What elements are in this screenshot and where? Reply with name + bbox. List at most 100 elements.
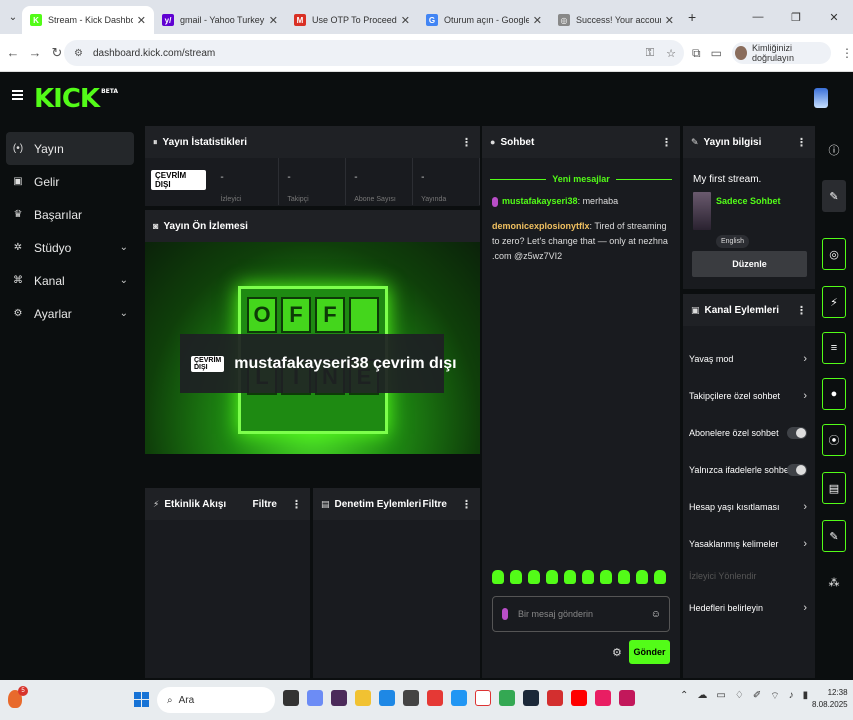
channel-action-item[interactable]: Yavaş mod › [683, 340, 815, 377]
close-tab-icon[interactable]: ✕ [269, 14, 278, 27]
chat-rail-icon[interactable]: ● [822, 378, 846, 410]
category-name[interactable]: Sadece Sohbet [716, 196, 781, 206]
channel-actions-menu-icon[interactable]: ⋮ [796, 304, 807, 317]
url-field[interactable]: ⚙ dashboard.kick.com/stream ⚿ ☆ [64, 40, 684, 66]
opera-icon[interactable] [427, 690, 443, 706]
target-icon[interactable]: ◎ [822, 238, 846, 270]
emote-icon[interactable] [528, 570, 540, 584]
taskbar-search[interactable]: ⌕ Ara [157, 687, 275, 713]
chat-username[interactable]: demonicexplosionytflx [492, 221, 590, 231]
tray-chevron-icon[interactable]: ⌃ [680, 690, 688, 703]
close-tab-icon[interactable]: ✕ [137, 14, 146, 27]
browser-tab[interactable]: M Use OTP To Proceed - mustiyakamust ✕ [286, 6, 418, 34]
extensions-icon[interactable]: ⧉ [692, 46, 701, 61]
edit-stream-button[interactable]: Düzenle [692, 251, 807, 277]
key-icon[interactable]: ⚿ [646, 47, 654, 60]
channel-action-item[interactable]: Hedefleri belirleyin › [683, 589, 815, 626]
channel-action-item[interactable]: Takipçilere özel sohbet › [683, 377, 815, 414]
verify-identity-button[interactable]: Kimliğinizi doğrulayın [731, 42, 831, 64]
sidebar-item-channel[interactable]: ⌘ Kanal ⌄ [6, 264, 134, 297]
toggle-switch[interactable] [787, 426, 807, 439]
wrench-rail-icon[interactable]: ✎ [822, 520, 846, 552]
tab-search-icon[interactable]: ⌄ [4, 8, 22, 26]
close-tab-icon[interactable]: ✕ [401, 14, 410, 27]
channel-action-item[interactable]: Yasaklanmış kelimeler › [683, 525, 815, 562]
channel-action-item[interactable]: Hesap yaşı kısıtlaması › [683, 488, 815, 525]
broadcast-rail-icon[interactable]: ⦿ [822, 424, 846, 456]
tray-app-icon[interactable]: ▭ [716, 690, 725, 703]
channel-action-item[interactable]: Yalnızca ifadelerle sohbet [683, 451, 815, 488]
store-icon[interactable] [403, 690, 419, 706]
emote-icon[interactable] [654, 570, 666, 584]
sidebar-item-trophy[interactable]: ♛ Başarılar [6, 198, 134, 231]
bookmark-star-icon[interactable]: ☆ [666, 47, 676, 60]
chat-menu-icon[interactable]: ⋮ [661, 136, 672, 149]
emoji-icon[interactable]: ☺ [651, 609, 661, 620]
chat-message-input[interactable]: Bir mesaj gönderin ☺ [492, 596, 670, 632]
copilot-icon[interactable] [307, 690, 323, 706]
event-menu-icon[interactable]: ⋮ [291, 498, 302, 511]
app-red-icon[interactable] [547, 690, 563, 706]
edge-icon[interactable] [379, 690, 395, 706]
close-tab-icon[interactable]: ✕ [533, 14, 542, 27]
app-v-icon[interactable] [619, 690, 635, 706]
moderation-filter-button[interactable]: Filtre [423, 499, 447, 510]
sidepanel-icon[interactable]: ▭ [711, 46, 722, 60]
close-tab-icon[interactable]: ✕ [665, 14, 674, 27]
youtube-icon[interactable] [571, 690, 587, 706]
windows-start-icon[interactable] [134, 692, 149, 707]
volume-icon[interactable]: ♪ [789, 690, 794, 703]
pen-icon[interactable]: ✐ [753, 690, 761, 703]
file-explorer-icon[interactable] [355, 690, 371, 706]
sidebar-item-studio[interactable]: ✲ Stüdyo ⌄ [6, 231, 134, 264]
more-tools-icon[interactable]: ⁂ [822, 566, 846, 598]
yandex-icon[interactable] [475, 690, 491, 706]
info-icon[interactable]: ⓘ [822, 134, 846, 166]
emote-icon[interactable] [546, 570, 558, 584]
chat-settings-icon[interactable]: ⚙ [612, 646, 622, 659]
app-icon[interactable] [331, 690, 347, 706]
back-icon[interactable]: ← [2, 45, 24, 60]
close-window-icon[interactable]: ✕ [815, 11, 853, 24]
channel-action-item[interactable]: Abonelere özel sohbet [683, 414, 815, 451]
preview-video[interactable]: OFF LINE ÇEVRİM DIŞI mustafakayseri38 çe… [145, 242, 480, 454]
hamburger-menu-icon[interactable] [12, 90, 23, 100]
browser-app-icon[interactable] [451, 690, 467, 706]
sidebar-item-broadcast[interactable]: (•) Yayın [6, 132, 134, 165]
stream-info-menu-icon[interactable]: ⋮ [796, 136, 807, 149]
weather-widget[interactable]: 5 [8, 686, 30, 712]
pencil-icon[interactable]: ✎ [822, 180, 846, 212]
user-avatar[interactable] [814, 88, 828, 108]
toggle-switch[interactable] [787, 463, 807, 476]
browser-menu-icon[interactable]: ⋮ [841, 46, 853, 60]
forward-icon[interactable]: → [24, 45, 46, 60]
browser-tab[interactable]: y/gmail - Yahoo Turkey Arama Sonuçları ✕ [154, 6, 286, 34]
emote-icon[interactable] [564, 570, 576, 584]
list-rail-icon[interactable]: ≡ [822, 332, 846, 364]
wifi-icon[interactable]: ⌔ [770, 690, 779, 703]
cloud-icon[interactable]: ☁ [697, 690, 707, 703]
moderation-menu-icon[interactable]: ⋮ [461, 498, 472, 511]
chat-username[interactable]: mustafakayseri38 [502, 196, 578, 206]
emote-icon[interactable] [636, 570, 648, 584]
chrome-icon[interactable] [499, 690, 515, 706]
steam-icon[interactable] [523, 690, 539, 706]
lightning-rail-icon[interactable]: ⚡ [822, 286, 846, 318]
sidebar-item-settings[interactable]: ⚙ Ayarlar ⌄ [6, 297, 134, 330]
site-info-icon[interactable]: ⚙ [74, 48, 83, 59]
stats-menu-icon[interactable]: ⋮ [461, 136, 472, 149]
event-filter-button[interactable]: Filtre [253, 499, 277, 510]
emote-icon[interactable] [492, 570, 504, 584]
battery-saver-icon[interactable]: ♢ [735, 690, 744, 703]
new-tab-icon[interactable]: + [688, 9, 696, 25]
browser-tab[interactable]: K Stream - Kick Dashboard ✕ [22, 6, 154, 34]
emote-icon[interactable] [600, 570, 612, 584]
browser-tab[interactable]: G Oturum açın - Google Hesapları ✕ [418, 6, 550, 34]
emote-icon[interactable] [618, 570, 630, 584]
send-button[interactable]: Gönder [629, 640, 670, 664]
emote-icon[interactable] [582, 570, 594, 584]
minimize-icon[interactable]: — [739, 11, 777, 23]
browser-tab[interactable]: ◎ Success! Your account is connected ✕ [550, 6, 682, 34]
layout-rail-icon[interactable]: ▤ [822, 472, 846, 504]
app-pink-icon[interactable] [595, 690, 611, 706]
